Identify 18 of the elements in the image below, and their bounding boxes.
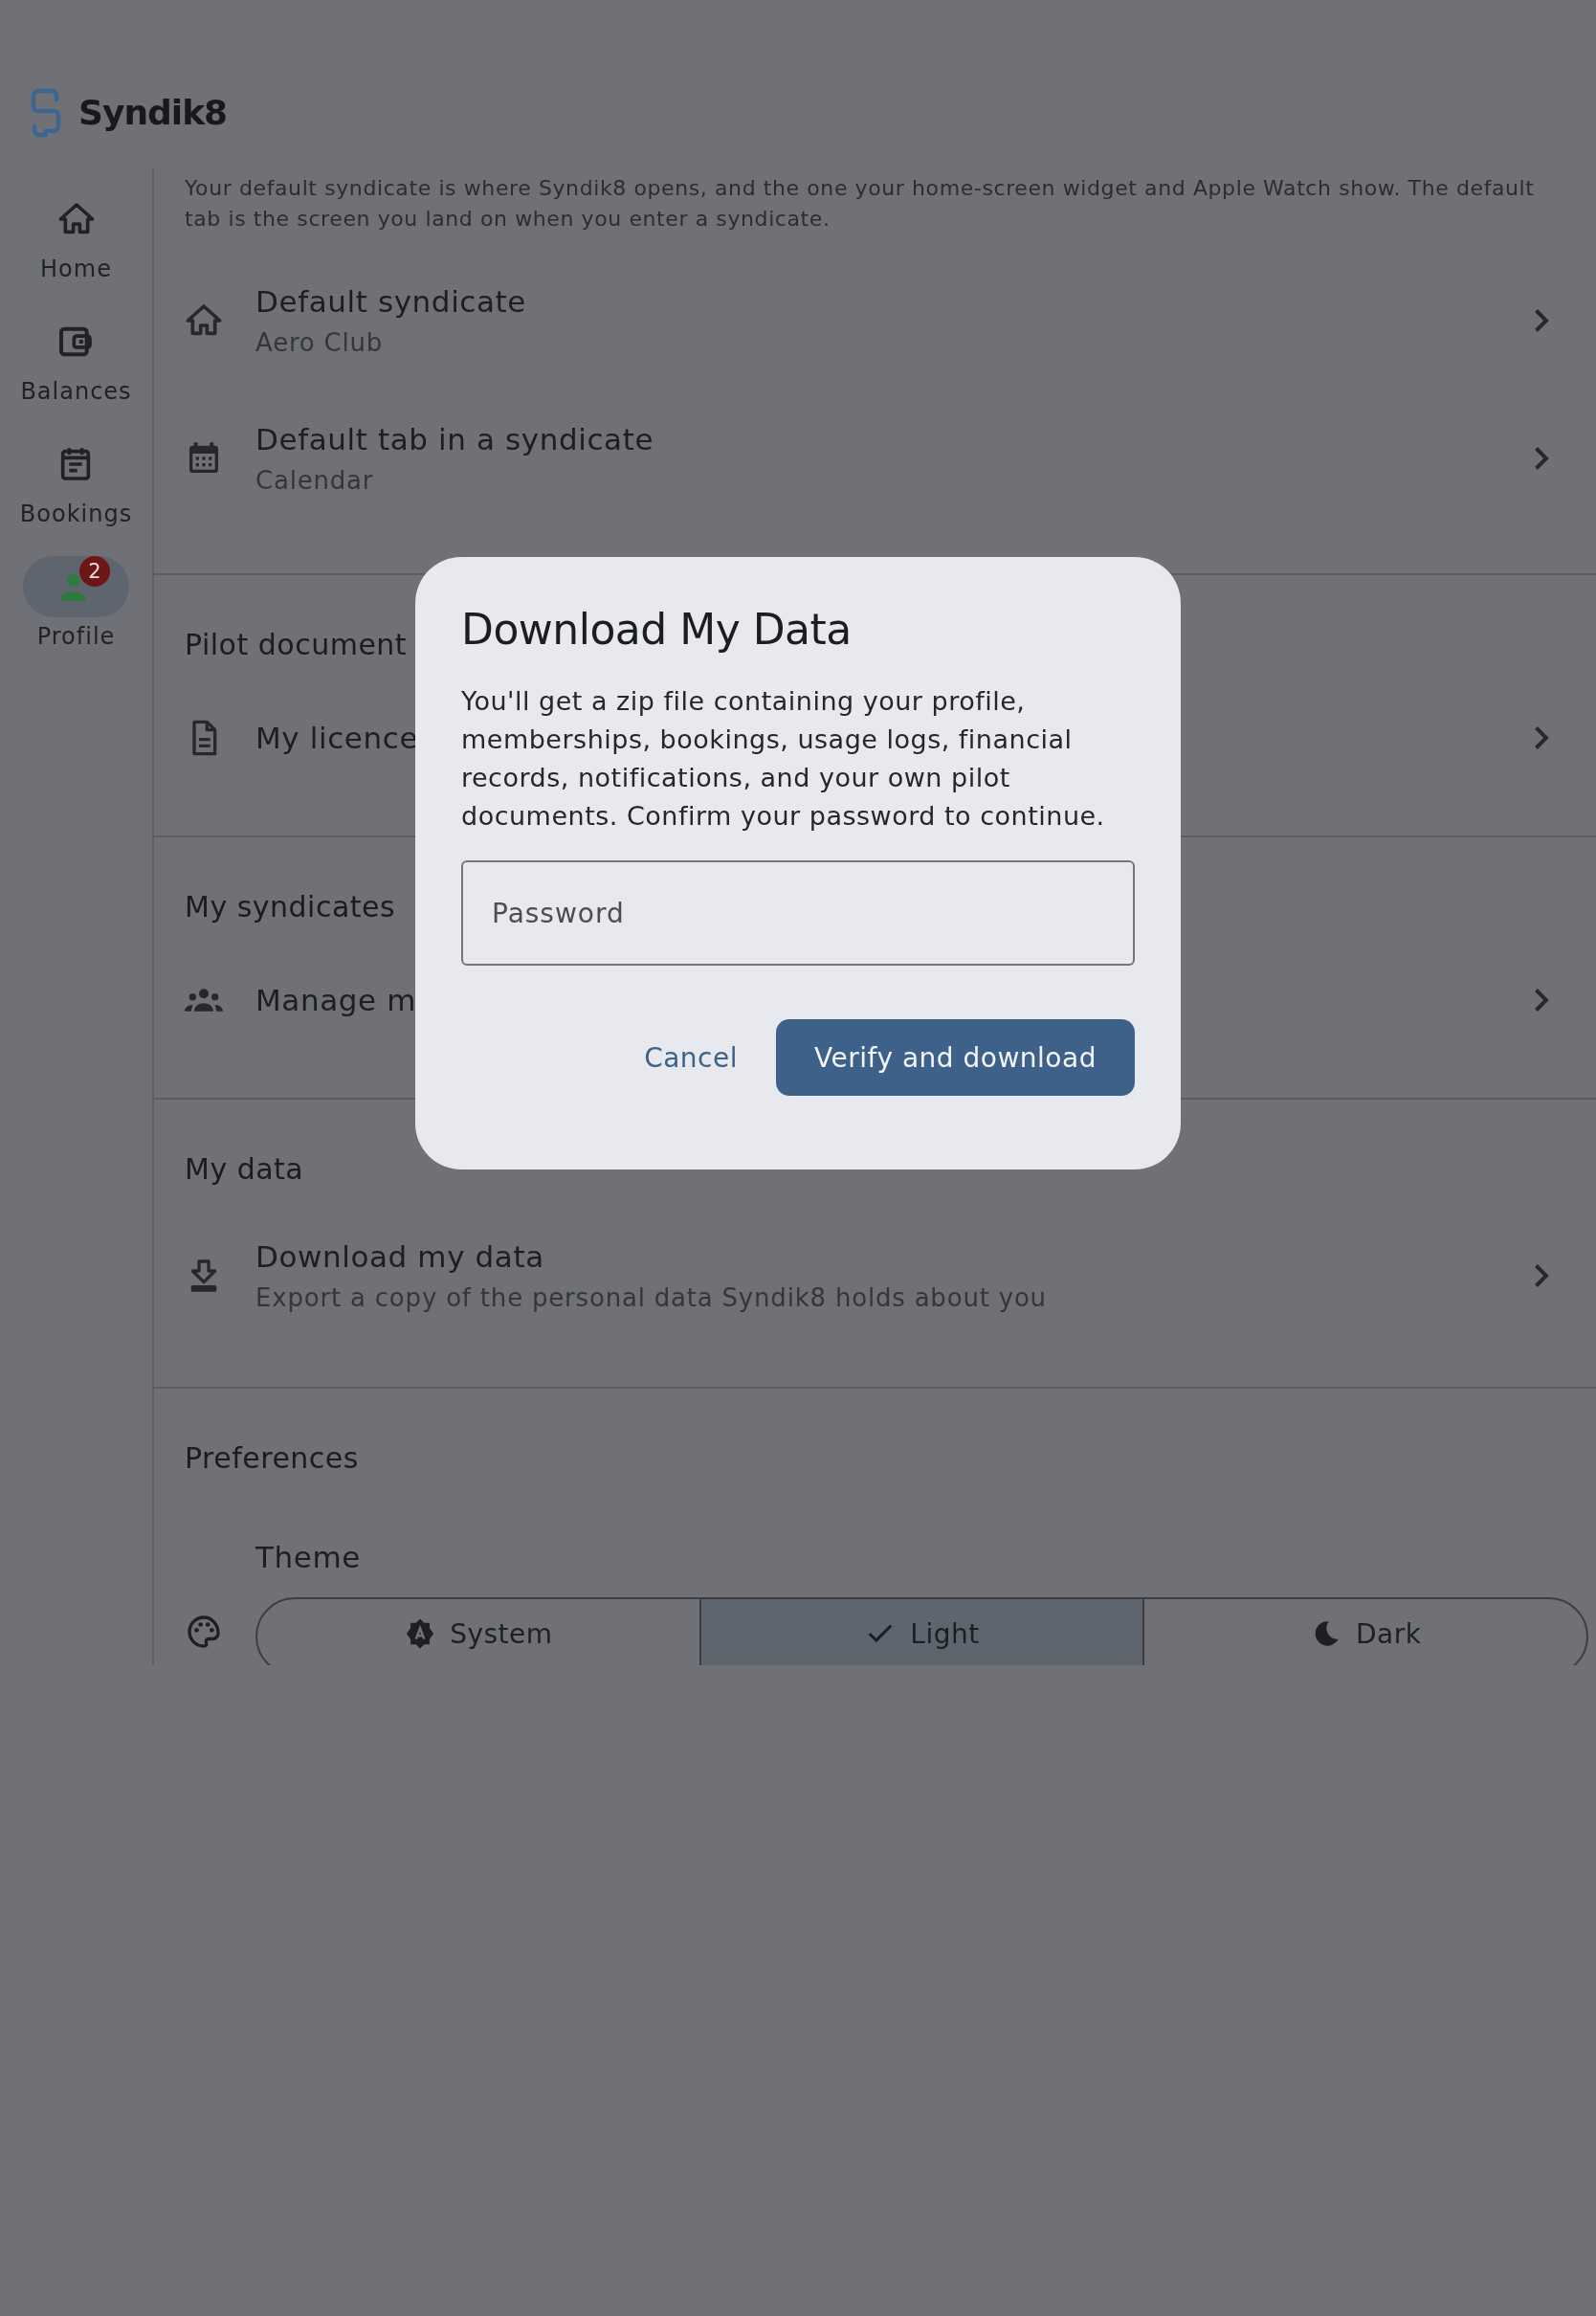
section-heading: My data	[185, 1151, 304, 1188]
notification-badge: 2	[79, 556, 110, 587]
row-title: Manage m	[255, 983, 416, 1017]
intro-text: Your default syndicate is where Syndik8 opens, and the one your home-screen widget and Apple Watch show. The default tab is the screen you land on when you enter a syndicate.	[184, 175, 1536, 233]
row-title: Download my data	[255, 1239, 544, 1274]
row-title: My licence	[255, 721, 419, 755]
section-heading: My syndicates	[185, 889, 396, 925]
section-heading: Pilot document	[185, 627, 408, 663]
app-name: Syndik8	[78, 93, 228, 132]
dialog-title: Download My Data	[461, 605, 853, 654]
dialog-message: You'll get a zip file containing your profile, memberships, bookings, usage logs, financial records, notifications, and your own pilot documents. Confirm your password to continue.	[461, 685, 1106, 833]
theme-label: Theme	[255, 1540, 361, 1574]
section-heading: Preferences	[185, 1440, 359, 1477]
row-title: Default syndicate	[255, 284, 527, 319]
row-title: Default tab in a syndicate	[255, 422, 654, 457]
row-subtitle: Aero Club	[255, 328, 384, 357]
row-subtitle: Calendar	[255, 466, 374, 495]
row-subtitle: Export a copy of the personal data Syndik8 holds about you	[255, 1283, 1047, 1312]
